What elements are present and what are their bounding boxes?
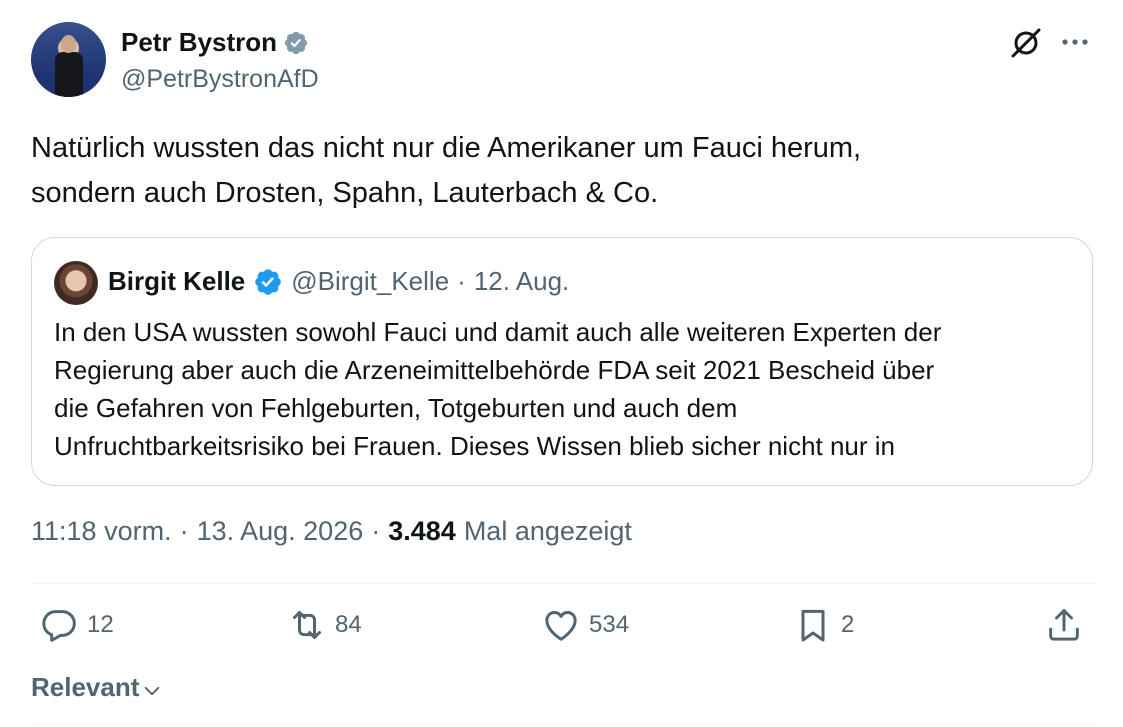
divider <box>31 724 1093 725</box>
tweet-text: Natürlich wussten das nicht nur die Amer… <box>31 132 862 209</box>
tweet-meta: 11:18 vorm. · 13. Aug. 2026 · 3.484 Mal … <box>31 516 632 547</box>
sort-replies-button[interactable]: Relevant <box>31 672 163 703</box>
share-icon <box>1049 609 1079 641</box>
quote-separator: · <box>457 266 466 296</box>
views-label: Mal angezeigt <box>463 516 632 546</box>
tweet-date[interactable]: 13. Aug. 2026 <box>197 516 364 547</box>
bookmark-button[interactable]: 2 <box>793 605 854 645</box>
author-name-line: Petr Bystron <box>121 27 309 58</box>
repost-button[interactable]: 84 <box>287 605 362 645</box>
views-count: 3.484 <box>388 516 456 546</box>
repost-icon <box>293 611 321 639</box>
author-avatar[interactable] <box>31 22 106 97</box>
quote-header: Birgit Kelle @Birgit_Kelle · 12. Aug. <box>108 266 569 297</box>
like-icon <box>545 611 577 641</box>
blue-verified-icon <box>255 268 282 295</box>
chevron-down-icon <box>145 686 160 695</box>
reply-icon <box>42 610 76 642</box>
quote-text: In den USA wussten sowohl Fauci und dami… <box>54 317 942 461</box>
quote-author-handle: @Birgit_Kelle <box>291 266 450 296</box>
author-name[interactable]: Petr Bystron <box>121 27 277 58</box>
avatar-face <box>61 35 76 53</box>
reply-count: 12 <box>87 611 114 638</box>
quote-date: 12. Aug. <box>473 266 570 296</box>
sort-label: Relevant <box>31 672 140 702</box>
bookmark-icon <box>801 609 825 642</box>
action-bar: 12 84 534 2 <box>31 605 1093 655</box>
repost-count: 84 <box>335 611 362 638</box>
share-button[interactable] <box>1044 605 1084 645</box>
tweet-header: Petr Bystron @PetrBystronAfD <box>31 22 1093 100</box>
grok-icon[interactable] <box>1009 26 1043 60</box>
bookmark-count: 2 <box>841 611 855 638</box>
gray-verified-icon <box>284 31 308 54</box>
reply-button[interactable]: 12 <box>39 605 114 645</box>
avatar-figure <box>55 52 83 97</box>
quoted-tweet[interactable]: Birgit Kelle @Birgit_Kelle · 12. Aug. In… <box>31 237 1093 486</box>
tweet-time[interactable]: 11:18 vorm. <box>31 516 172 547</box>
divider <box>31 583 1093 584</box>
quote-author-avatar <box>54 261 98 305</box>
author-handle[interactable]: @PetrBystronAfD <box>121 65 319 94</box>
like-button[interactable]: 534 <box>541 605 629 645</box>
like-count: 534 <box>589 611 630 638</box>
meta-separator: · <box>371 516 381 546</box>
meta-separator: · <box>179 516 189 546</box>
more-icon[interactable] <box>1059 30 1091 54</box>
quote-author-name: Birgit Kelle <box>108 266 246 296</box>
